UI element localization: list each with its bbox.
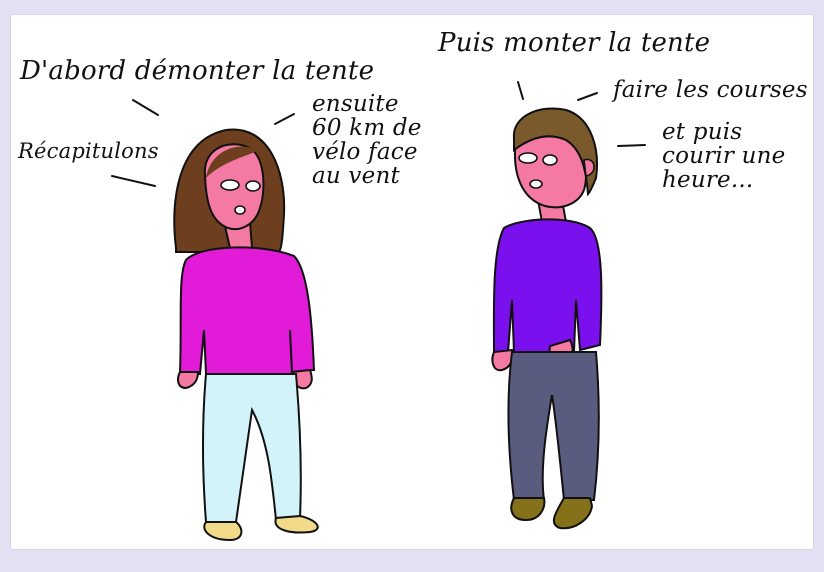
- shoe: [552, 497, 594, 530]
- speech-line: [274, 113, 295, 125]
- speech-text: D'abord démonter la tente: [20, 56, 375, 86]
- mouth: [529, 179, 543, 189]
- pants: [202, 373, 302, 523]
- speech-text: faire les courses: [613, 77, 808, 103]
- shirt: [492, 218, 603, 353]
- hand: [177, 371, 200, 390]
- mouth: [234, 205, 246, 215]
- shoe: [203, 521, 243, 542]
- eye: [220, 179, 240, 191]
- speech-text: Récapitulons: [18, 139, 159, 163]
- speech-line: [111, 175, 156, 187]
- eye: [542, 154, 558, 166]
- shirt: [178, 246, 316, 376]
- shoe: [510, 497, 546, 522]
- shoe: [274, 514, 319, 534]
- speech-line: [577, 92, 598, 101]
- speech-text: Puis monter la tente: [438, 28, 711, 58]
- speech-text: ensuite 60 km de vélo face au vent: [312, 91, 422, 190]
- speech-line: [517, 81, 524, 100]
- eye: [245, 180, 261, 192]
- pants: [507, 351, 600, 501]
- speech-text: et puis courir une heure...: [662, 119, 786, 194]
- speech-line: [132, 99, 159, 116]
- left-character: [173, 128, 319, 542]
- speech-line: [617, 144, 646, 147]
- right-character: [491, 107, 603, 530]
- eye: [518, 152, 538, 164]
